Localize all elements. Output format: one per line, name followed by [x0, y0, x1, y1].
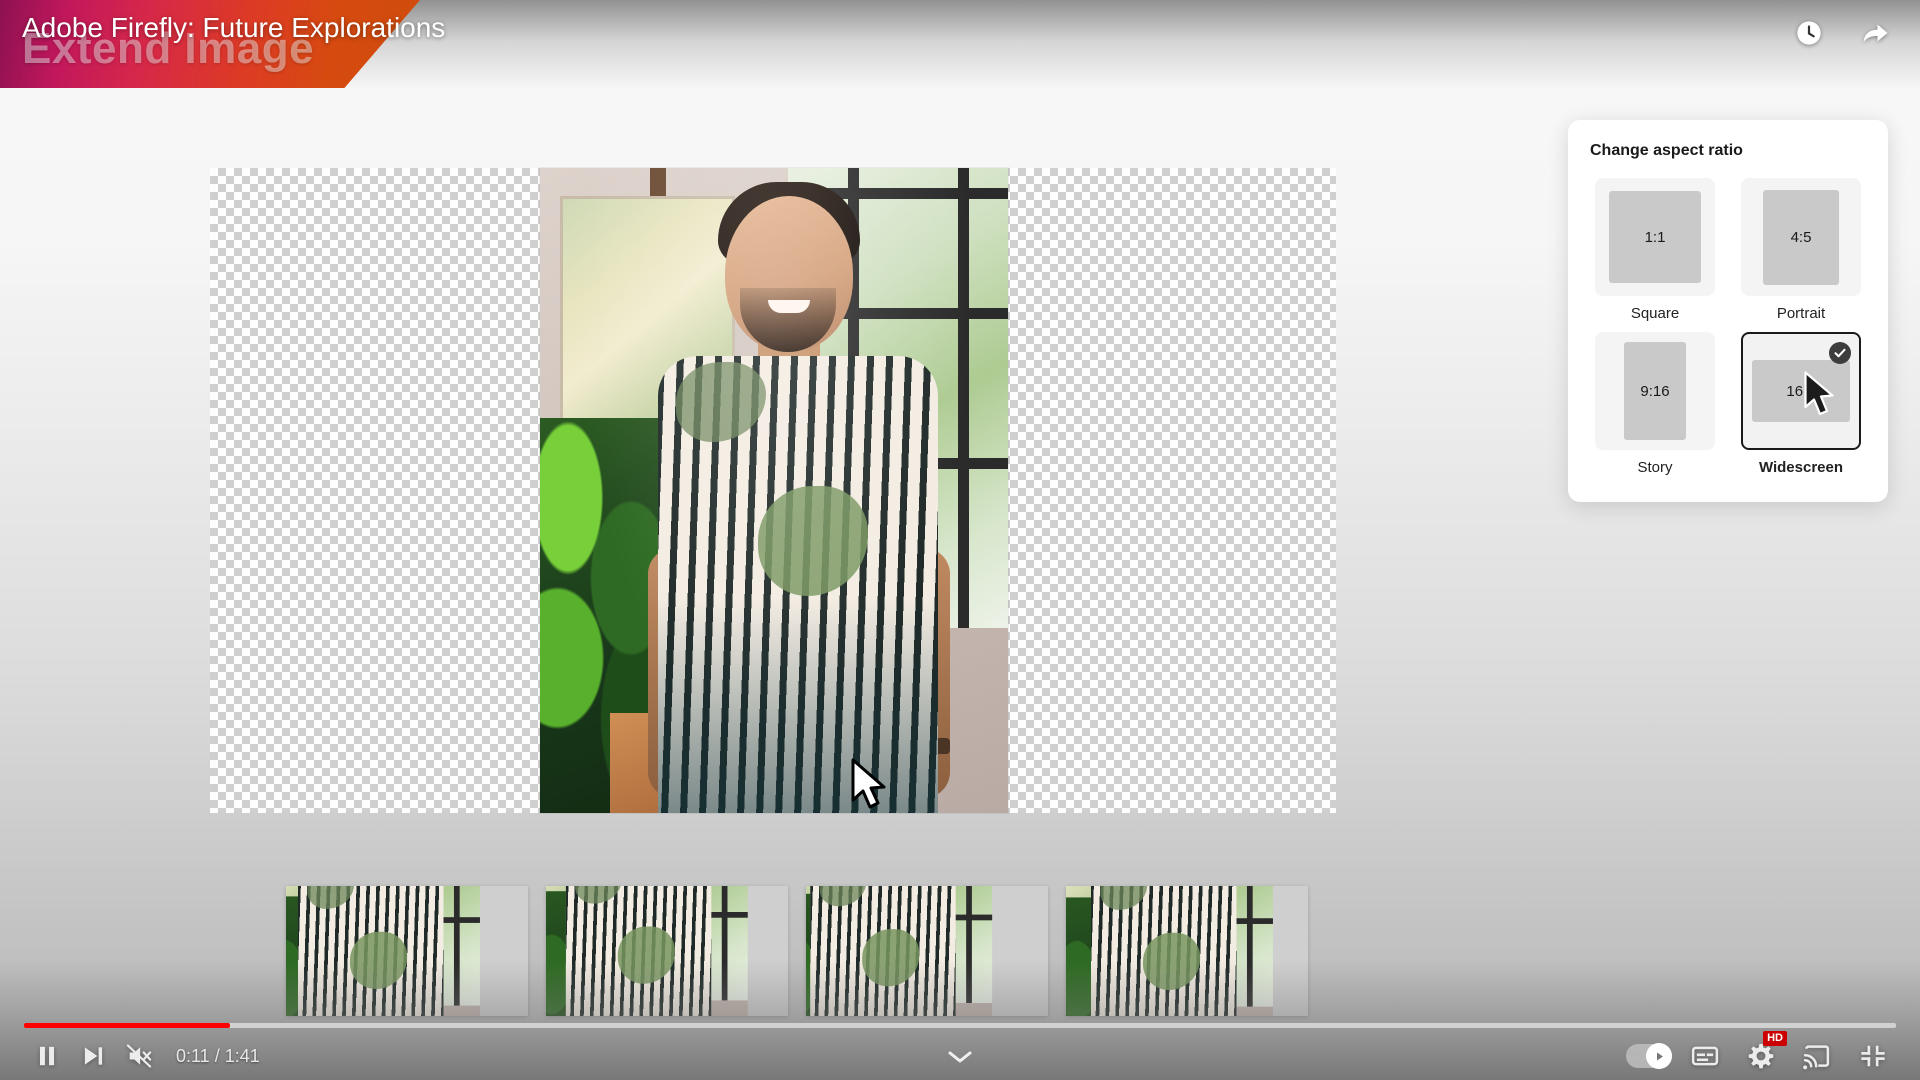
video-title: Adobe Firefly: Future Explorations — [22, 12, 446, 43]
mouse-cursor-panel — [1803, 371, 1837, 422]
progress-played — [24, 1023, 230, 1028]
aspect-card-story[interactable]: 9:16 — [1595, 332, 1715, 450]
photo-scene — [540, 168, 1008, 813]
chevron-down-icon[interactable] — [947, 1049, 973, 1070]
source-image[interactable] — [540, 168, 1008, 813]
aspect-label-widescreen: Widescreen — [1758, 459, 1844, 476]
change-aspect-ratio-panel: Change aspect ratio 1:1 Square 4:5 Portr… — [1568, 120, 1888, 502]
hd-badge: HD — [1763, 1031, 1787, 1047]
aspect-option-widescreen[interactable]: 16:9 Widescreen — [1736, 332, 1866, 476]
photo-light-overlay — [540, 168, 1008, 813]
aspect-option-story[interactable]: 9:16 Story — [1590, 332, 1720, 476]
aspect-swatch-story: 9:16 — [1624, 342, 1686, 440]
aspect-option-square[interactable]: 1:1 Square — [1590, 178, 1720, 322]
time-display: 0:11 / 1:41 — [176, 1045, 260, 1066]
exit-fullscreen-icon[interactable] — [1850, 1033, 1896, 1079]
editor-canvas[interactable] — [210, 168, 1336, 813]
aspect-option-portrait[interactable]: 4:5 Portrait — [1736, 178, 1866, 322]
pause-button[interactable] — [24, 1033, 70, 1079]
subtitles-icon[interactable] — [1682, 1033, 1728, 1079]
progress-bar[interactable] — [24, 1023, 1896, 1028]
aspect-card-portrait[interactable]: 4:5 — [1741, 178, 1861, 296]
aspect-card-widescreen[interactable]: 16:9 — [1741, 332, 1861, 450]
watch-later-icon[interactable] — [1790, 14, 1828, 52]
next-video-button[interactable] — [70, 1033, 116, 1079]
aspect-swatch-portrait: 4:5 — [1763, 189, 1839, 285]
aspect-ratio-grid: 1:1 Square 4:5 Portrait 9:16 Story 16:9 … — [1590, 178, 1866, 476]
settings-button[interactable]: HD — [1738, 1031, 1787, 1079]
mouse-cursor-canvas — [850, 758, 890, 817]
share-icon[interactable] — [1856, 14, 1894, 52]
cast-icon[interactable] — [1794, 1033, 1840, 1079]
top-right-actions — [1790, 14, 1894, 52]
player-right-controls: HD — [1626, 1031, 1896, 1079]
autoplay-toggle[interactable] — [1626, 1043, 1672, 1069]
aspect-card-square[interactable]: 1:1 — [1595, 178, 1715, 296]
check-icon — [1829, 342, 1851, 364]
panel-title: Change aspect ratio — [1590, 142, 1743, 159]
aspect-label-portrait: Portrait — [1776, 305, 1826, 322]
aspect-swatch-square: 1:1 — [1609, 191, 1701, 283]
aspect-label-story: Story — [1637, 459, 1673, 476]
aspect-label-square: Square — [1630, 305, 1680, 322]
autoplay-knob — [1646, 1043, 1672, 1069]
mute-button[interactable] — [116, 1033, 162, 1079]
